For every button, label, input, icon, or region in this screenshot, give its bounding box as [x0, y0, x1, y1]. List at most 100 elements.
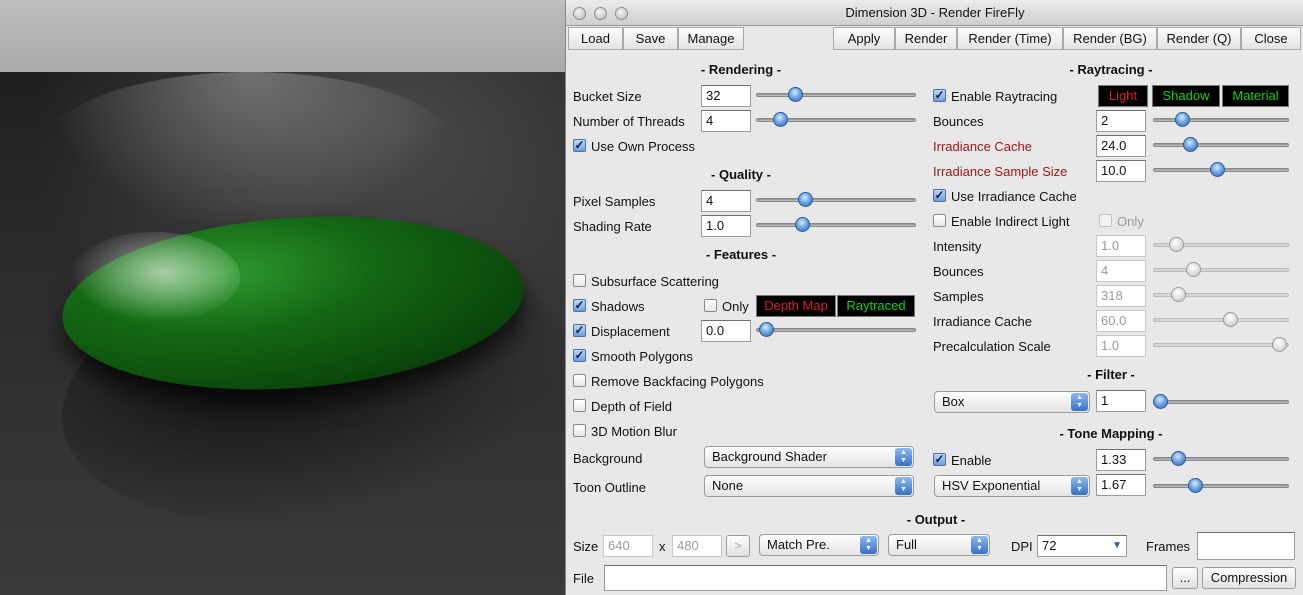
precalc-scale-field[interactable]: 1.0 — [1096, 335, 1146, 357]
width-field[interactable]: 640 — [603, 535, 653, 557]
use-own-process-checkbox[interactable]: ✓ — [573, 139, 586, 152]
precalc-scale-slider-track[interactable] — [1153, 343, 1289, 347]
motion-blur-checkbox[interactable] — [573, 424, 586, 437]
threads-field[interactable]: 4 — [701, 110, 751, 132]
close-window-icon[interactable] — [573, 7, 586, 20]
subsurface-checkbox[interactable] — [573, 274, 586, 287]
shading-rate-field[interactable]: 1.0 — [701, 215, 751, 237]
bucket-size-slider-knob[interactable] — [787, 87, 803, 102]
apply-button[interactable]: Apply — [833, 27, 895, 50]
tone-method-value: HSV Exponential — [942, 478, 1041, 493]
shading-rate-slider-knob[interactable] — [795, 217, 811, 232]
indirect-only-checkbox[interactable] — [1099, 214, 1112, 227]
irradiance-cache-slider-track[interactable] — [1153, 143, 1289, 147]
pixel-samples-slider-knob[interactable] — [798, 192, 814, 207]
indirect-bounces-slider-knob[interactable] — [1185, 262, 1201, 277]
tone-method-select[interactable]: HSV Exponential ▲ ▼ — [934, 475, 1090, 497]
save-button[interactable]: Save — [623, 27, 678, 50]
compression-button[interactable]: Compression — [1202, 567, 1296, 589]
render-button[interactable]: Render — [895, 27, 957, 50]
zoom-window-icon[interactable] — [615, 7, 628, 20]
tone-value-2-slider-knob[interactable] — [1188, 478, 1204, 493]
enable-raytracing-checkbox[interactable]: ✓ — [933, 89, 946, 102]
indirect-bounces-label: Bounces — [933, 264, 984, 279]
samples-slider-knob[interactable] — [1171, 287, 1187, 302]
depth-of-field-checkbox[interactable] — [573, 399, 586, 412]
irradiance-sample-size-field[interactable]: 10.0 — [1096, 160, 1146, 182]
tone-value-2-slider-track[interactable] — [1153, 484, 1289, 488]
match-preset-select[interactable]: Match Pre. ▲ ▼ — [759, 534, 879, 556]
use-irradiance-cache-checkbox[interactable]: ✓ — [933, 189, 946, 202]
minimize-window-icon[interactable] — [594, 7, 607, 20]
size-x-label: x — [659, 539, 666, 554]
filter-slider-knob[interactable] — [1153, 394, 1168, 409]
load-button[interactable]: Load — [568, 27, 623, 50]
backfacing-checkbox[interactable] — [573, 374, 586, 387]
irradiance-sample-size-slider-knob[interactable] — [1209, 162, 1225, 177]
displacement-slider-knob[interactable] — [758, 322, 774, 337]
bounces-slider-track[interactable] — [1153, 118, 1289, 122]
render-q-button[interactable]: Render (Q) — [1157, 27, 1241, 50]
indirect-irradiance-cache-field[interactable]: 60.0 — [1096, 310, 1146, 332]
samples-field[interactable]: 318 — [1096, 285, 1146, 307]
size-apply-arrow-button[interactable]: > — [726, 535, 750, 557]
background-select[interactable]: Background Shader ▲ ▼ — [704, 446, 914, 468]
light-button[interactable]: Light — [1098, 85, 1148, 107]
close-button[interactable]: Close — [1241, 27, 1301, 50]
shadow-button[interactable]: Shadow — [1152, 85, 1220, 107]
displacement-slider-track[interactable] — [756, 328, 916, 332]
irradiance-cache-slider-knob[interactable] — [1183, 137, 1199, 152]
filter-slider-track[interactable] — [1153, 400, 1289, 404]
material-button[interactable]: Material — [1222, 85, 1289, 107]
shadows-only-checkbox[interactable] — [704, 299, 717, 312]
full-select[interactable]: Full ▲ ▼ — [888, 534, 990, 556]
indirect-bounces-slider-track[interactable] — [1153, 268, 1289, 272]
pixel-samples-slider-track[interactable] — [756, 198, 916, 202]
intensity-field[interactable]: 1.0 — [1096, 235, 1146, 257]
bounces-field[interactable]: 2 — [1096, 110, 1146, 132]
tone-mapping-enable-checkbox[interactable]: ✓ — [933, 453, 946, 466]
filter-value-field[interactable]: 1 — [1096, 390, 1146, 412]
smooth-polygons-checkbox[interactable]: ✓ — [573, 349, 586, 362]
precalc-scale-slider-knob[interactable] — [1271, 337, 1287, 352]
object-highlight — [70, 232, 240, 322]
manage-button[interactable]: Manage — [678, 27, 744, 50]
filter-type-value: Box — [942, 394, 965, 409]
render-time-button[interactable]: Render (Time) — [957, 27, 1063, 50]
dpi-combo[interactable]: 72 ▼ — [1037, 535, 1127, 557]
indirect-irradiance-cache-slider-track[interactable] — [1153, 318, 1289, 322]
intensity-slider-knob[interactable] — [1168, 237, 1184, 252]
shadows-checkbox[interactable]: ✓ — [573, 299, 586, 312]
render-bg-button[interactable]: Render (BG) — [1063, 27, 1157, 50]
displacement-checkbox[interactable]: ✓ — [573, 324, 586, 337]
indirect-irradiance-cache-slider-knob[interactable] — [1223, 312, 1239, 327]
indirect-bounces-field[interactable]: 4 — [1096, 260, 1146, 282]
threads-slider-knob[interactable] — [773, 112, 789, 127]
toon-outline-select[interactable]: None ▲ ▼ — [704, 475, 914, 497]
smooth-polygons-label: Smooth Polygons — [591, 349, 693, 364]
frames-field[interactable] — [1197, 532, 1295, 560]
pixel-samples-field[interactable]: 4 — [701, 190, 751, 212]
match-preset-value: Match Pre. — [767, 537, 830, 552]
bucket-size-slider-track[interactable] — [756, 93, 916, 97]
file-path-field[interactable] — [604, 565, 1167, 591]
raytraced-button[interactable]: Raytraced — [837, 295, 915, 317]
bounces-slider-knob[interactable] — [1174, 112, 1190, 127]
tone-value-2-field[interactable]: 1.67 — [1096, 474, 1146, 496]
displacement-field[interactable]: 0.0 — [701, 320, 751, 342]
depth-map-button[interactable]: Depth Map — [756, 295, 836, 317]
shading-rate-slider-track[interactable] — [756, 223, 916, 227]
render-viewport[interactable] — [0, 0, 567, 595]
height-field[interactable]: 480 — [672, 535, 722, 557]
full-select-value: Full — [896, 537, 917, 552]
filter-type-select[interactable]: Box ▲ ▼ — [934, 391, 1090, 413]
select-arrows-icon: ▲ ▼ — [971, 536, 988, 554]
tone-value-1-slider-knob[interactable] — [1171, 451, 1187, 466]
bucket-size-field[interactable]: 32 — [701, 85, 751, 107]
tone-value-1-field[interactable]: 1.33 — [1096, 449, 1146, 471]
irradiance-cache-field[interactable]: 24.0 — [1096, 135, 1146, 157]
browse-button[interactable]: ... — [1172, 567, 1198, 589]
features-section-title: - Features - — [705, 247, 777, 262]
indirect-light-checkbox[interactable] — [933, 214, 946, 227]
indirect-light-label: Enable Indirect Light — [951, 214, 1070, 229]
